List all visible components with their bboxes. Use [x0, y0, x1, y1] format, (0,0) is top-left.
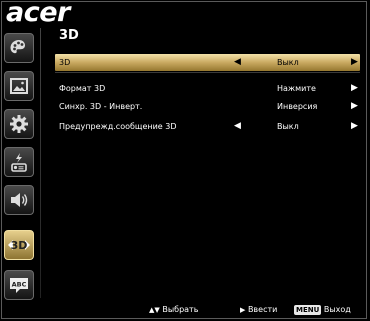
- sidebar-item-audio[interactable]: [4, 185, 34, 215]
- footer-enter-hint: ▶ Ввести: [240, 305, 277, 315]
- divider: [55, 72, 360, 73]
- menu-row-3d[interactable]: 3D ◀ Выкл ▶: [55, 54, 360, 71]
- svg-text:ABC: ABC: [12, 281, 27, 289]
- arrow-right-icon[interactable]: ▶: [351, 118, 358, 135]
- 3d-icon: 3D: [8, 239, 30, 252]
- row-value: Нажмите: [277, 84, 316, 93]
- right-arrow-icon: ▶: [240, 306, 246, 314]
- sidebar-item-settings[interactable]: [4, 109, 34, 139]
- row-label: 3D: [59, 58, 71, 67]
- menu-row-3d-warning[interactable]: Предупрежд.сообщение 3D ◀ Выкл ▶: [55, 118, 360, 135]
- menu-row-3d-sync-invert[interactable]: Синхр. 3D - Инверт. Инверсия ▶: [55, 98, 360, 115]
- sidebar-divider: [40, 28, 41, 298]
- palette-icon: [10, 40, 25, 54]
- sidebar-item-3d[interactable]: 3D: [4, 230, 34, 260]
- language-icon: ABC: [10, 278, 28, 293]
- row-label: Формат 3D: [59, 84, 106, 93]
- arrow-right-icon[interactable]: ▶: [351, 80, 358, 97]
- up-down-arrows-icon: ▲▼: [149, 306, 160, 314]
- picture-icon: [10, 78, 28, 94]
- row-value: Инверсия: [277, 102, 318, 111]
- row-value: Выкл: [277, 58, 299, 67]
- sidebar-item-image[interactable]: [4, 71, 34, 101]
- enter-label: Ввести: [247, 305, 278, 314]
- footer-select-hint: ▲▼ Выбрать: [149, 305, 198, 315]
- select-label: Выбрать: [162, 305, 199, 314]
- menu-row-3d-format[interactable]: Формат 3D Нажмите ▶: [55, 80, 360, 97]
- exit-label: Выход: [323, 305, 351, 314]
- arrow-right-icon[interactable]: ▶: [351, 54, 358, 71]
- sidebar-item-management[interactable]: [4, 147, 34, 177]
- menu-key: MENU: [294, 305, 322, 315]
- row-label: Синхр. 3D - Инверт.: [59, 102, 143, 111]
- arrow-left-icon[interactable]: ◀: [234, 54, 241, 71]
- row-value: Выкл: [277, 122, 299, 131]
- svg-text:3D: 3D: [11, 239, 28, 252]
- brand-logo: acer: [6, 0, 70, 28]
- arrow-right-icon[interactable]: ▶: [351, 98, 358, 115]
- row-label: Предупрежд.сообщение 3D: [59, 122, 177, 131]
- osd-window: [1, 1, 367, 319]
- audio-icon: [11, 193, 28, 207]
- sidebar-item-language[interactable]: ABC: [4, 270, 34, 300]
- sidebar-item-color[interactable]: [4, 33, 34, 63]
- gear-icon: [10, 115, 28, 133]
- page-title: 3D: [59, 28, 79, 43]
- footer-exit-hint: MENU Выход: [294, 305, 351, 315]
- arrow-left-icon[interactable]: ◀: [234, 118, 241, 135]
- power-management-icon: [11, 153, 27, 172]
